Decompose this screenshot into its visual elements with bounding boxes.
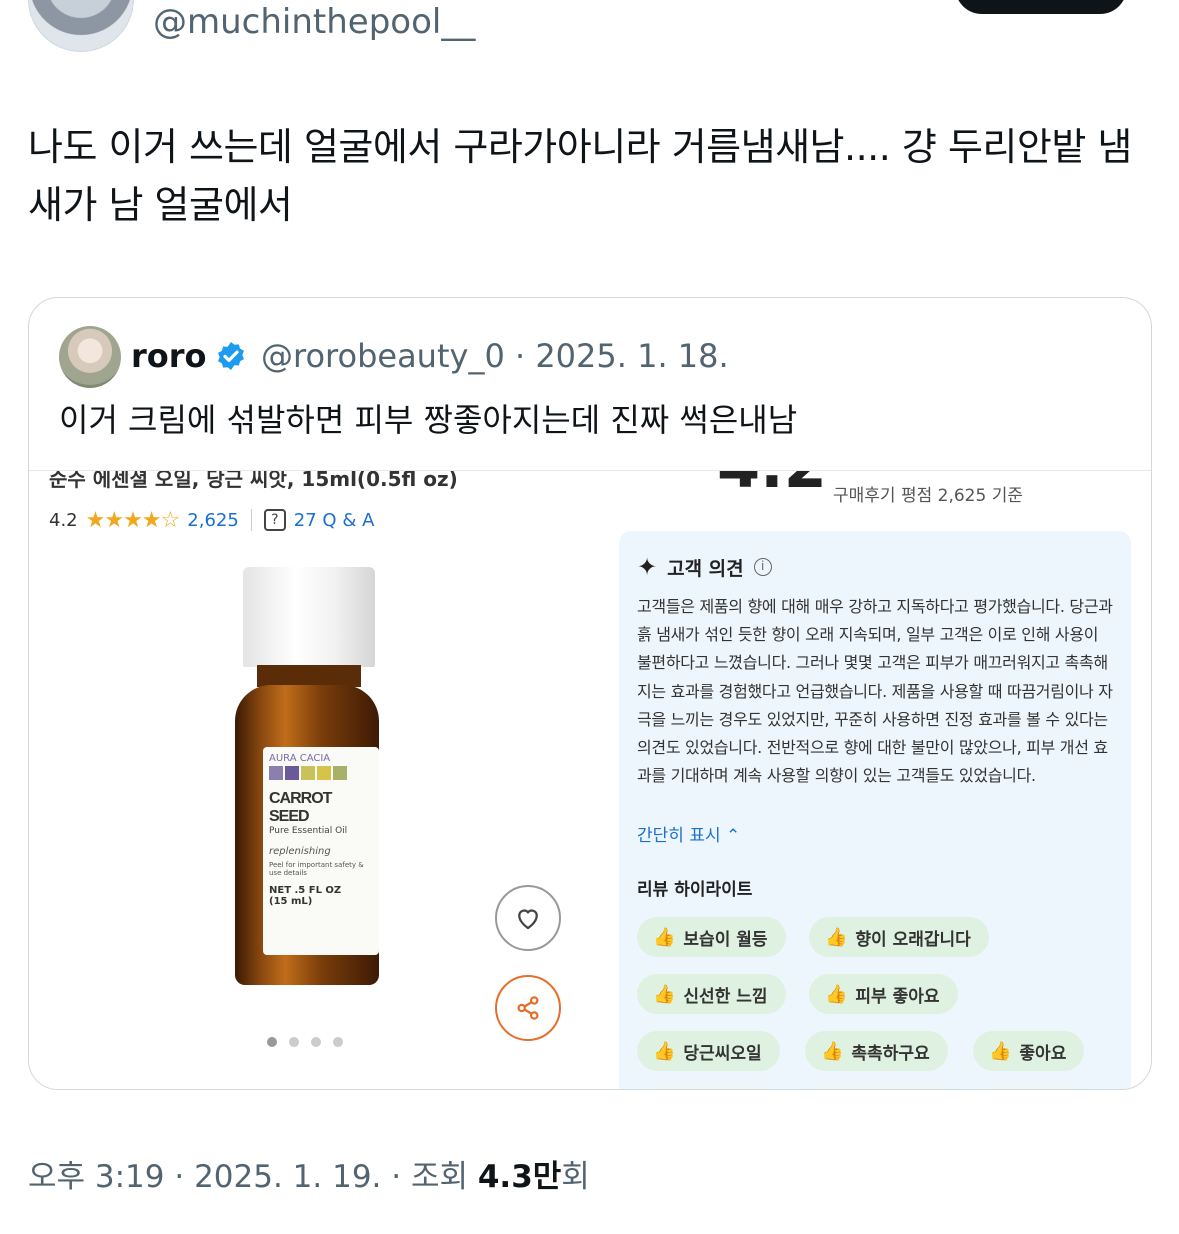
highlight-chip[interactable]: 👍 당근씨오일 [637,1031,780,1071]
star-rating-icon: ★★★★☆ [85,507,181,533]
customer-opinion-panel: ✦ 고객 의견 i 고객들은 제품의 향에 대해 매우 강하고 지독하다고 평가… [619,531,1131,1089]
big-rating: 4.2 [717,471,827,502]
label-subtitle: Pure Essential Oil [269,826,348,836]
cropped-chip [973,1087,1083,1089]
quote-avatar[interactable] [59,326,121,388]
thumbs-up-icon: 👍 [653,926,676,948]
divider [250,509,252,531]
quote-handle-date[interactable]: @rorobeauty_0 · 2025. 1. 18. [261,336,729,376]
cropped-chip [805,1087,955,1089]
rating-value: 4.2 [49,509,78,531]
wishlist-button[interactable] [495,885,561,951]
highlight-chip[interactable]: 👍 촉촉하구요 [805,1031,948,1071]
highlight-chip[interactable]: 👍 보습이 월등 [637,917,786,957]
qa-icon: ? [263,509,286,531]
author-handle[interactable]: @muchinthepool__ [153,0,475,44]
cropped-chip [637,1087,777,1089]
product-bottle-image: AURA CACIA CARROT SEED Pure Essential Oi… [235,567,385,987]
thumbs-up-icon: 👍 [825,926,848,948]
carousel-dot[interactable] [311,1037,321,1047]
tweet-text: 나도 이거 쓰는데 얼굴에서 구라가아니라 거름냄새남.... 걍 두리안밭 냄… [28,125,1132,227]
highlight-chip[interactable]: 👍 좋아요 [973,1031,1085,1071]
thumbs-up-icon: 👍 [989,1040,1012,1062]
thumbs-up-icon: 👍 [821,1040,844,1062]
rating-row: 4.2 ★★★★☆ 2,625 ? 27 Q & A [49,507,374,533]
review-count-link[interactable]: 2,625 [187,510,239,531]
tweet-meta: 오후 3:19 · 2025. 1. 19. · 조회 4.3만회 [28,1156,590,1198]
thumbs-up-icon: 👍 [653,983,676,1005]
sparkle-icon: ✦ [637,553,658,581]
label-color-squares [269,766,373,780]
product-title-cropped: 순수 에센셜 오일, 당근 씨앗, 15ml(0.5fl oz) [49,470,458,491]
bottle-label: AURA CACIA CARROT SEED Pure Essential Oi… [263,747,379,955]
thumbs-up-icon: 👍 [653,1040,676,1062]
label-replenishing: replenishing [269,846,331,857]
carousel-dot[interactable] [289,1037,299,1047]
attached-screenshot[interactable]: 순수 에센셜 오일, 당근 씨앗, 15ml(0.5fl oz) 4.2 구매후… [29,470,1151,1089]
panel-title: 고객 의견 [667,557,744,580]
carousel-dot[interactable] [267,1037,277,1047]
chip-label: 향이 오래갑니다 [855,929,971,950]
carousel-dot[interactable] [333,1037,343,1047]
label-ml: (15 mL) [269,896,313,907]
view-count: 4.3만 [477,1159,562,1195]
bottle-neck [257,665,361,687]
share-icon [517,996,539,1020]
heart-icon [518,909,538,930]
rating-note: 구매후기 평점 2,625 기준 [833,486,1023,506]
panel-header: ✦ 고객 의견 i [637,553,772,581]
verified-badge-icon [218,342,244,370]
bottle-cap [243,567,375,667]
chip-label: 신선한 느낌 [683,986,768,1007]
author-avatar[interactable] [28,0,134,52]
quote-text: 이거 크림에 섞발하면 피부 짱좋아지는데 진짜 썩은내남 [59,401,798,439]
highlight-chip[interactable]: 👍 피부 좋아요 [809,974,958,1014]
thumbs-up-icon: 👍 [825,983,848,1005]
chip-label: 당근씨오일 [683,1043,762,1064]
info-icon[interactable]: i [753,558,772,576]
highlight-chip[interactable]: 👍 신선한 느낌 [637,974,786,1014]
share-button[interactable] [495,975,561,1041]
quote-tweet-card[interactable]: roro @rorobeauty_0 · 2025. 1. 18. 이거 크림에… [28,297,1152,1090]
views-suffix: 회 [561,1159,590,1195]
highlights-title: 리뷰 하이라이트 [637,880,753,900]
carousel-dots[interactable] [267,1037,343,1047]
chip-label: 촉촉하구요 [851,1043,930,1064]
label-title: CARROT SEED [269,790,332,825]
label-net: NET .5 FL OZ [269,885,342,896]
highlight-chip[interactable]: 👍 향이 오래갑니다 [809,917,989,957]
quote-author-name[interactable]: roro [131,336,207,376]
chip-label: 좋아요 [1019,1043,1067,1064]
collapse-link[interactable]: 간단히 표시 ⌃ [637,821,740,846]
label-peel: Peel for important safety & use details [269,861,364,877]
chip-label: 피부 좋아요 [855,986,940,1007]
chip-label: 보습이 월등 [683,929,768,950]
time-date[interactable]: 오후 3:19 · 2025. 1. 19. · 조회 [28,1159,478,1195]
label-brand: AURA CACIA [269,753,331,764]
panel-body: 고객들은 제품의 향에 대해 매우 강하고 지독하다고 평가했습니다. 당근과 … [637,597,1113,786]
follow-button[interactable] [955,0,1127,14]
qa-link[interactable]: 27 Q & A [294,510,375,531]
